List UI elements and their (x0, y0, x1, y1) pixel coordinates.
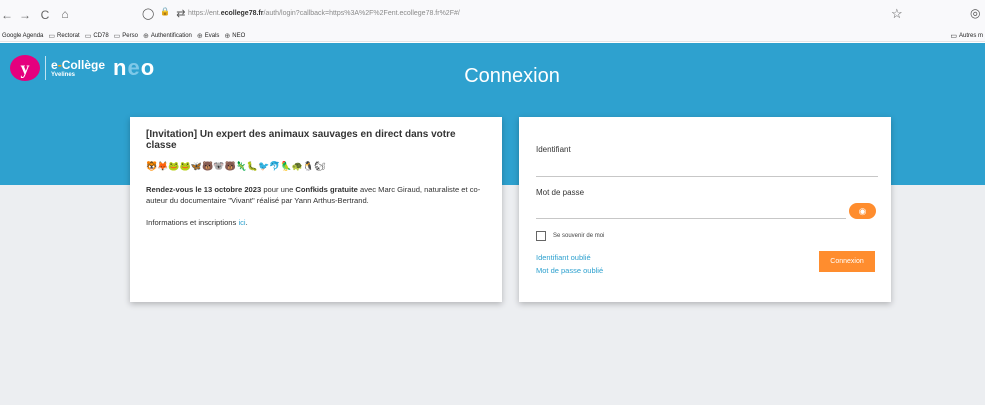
back-button[interactable]: ← (0, 8, 14, 22)
bookmark-label: Authentification (150, 32, 192, 39)
folder-icon: ▭ (48, 32, 55, 40)
globe-icon: ⊕ (196, 32, 203, 40)
invitation-title: [Invitation] Un expert des animaux sauva… (146, 129, 456, 151)
forgot-password-link[interactable]: Mot de passe oublié (536, 266, 603, 275)
bookmark-google-agenda[interactable]: Google Agenda (2, 33, 43, 39)
globe-icon: ⊕ (224, 32, 231, 40)
bookmark-cd78[interactable]: ▭ CD78 (85, 32, 109, 40)
pocket-icon[interactable]: ◎ (970, 6, 980, 20)
bookmarks-bar: Google Agenda ▭ Rectorat ▭ CD78 ▭ Perso … (0, 30, 985, 42)
permissions-icon[interactable]: ⇄ (176, 7, 185, 20)
bookmark-label: NEO (232, 32, 246, 39)
info-link[interactable]: ici (238, 218, 245, 227)
connexion-button[interactable]: Connexion (819, 251, 875, 272)
tracking-shield-icon[interactable]: ◯ (142, 7, 154, 20)
connexion-button-label: Connexion (830, 258, 864, 265)
identifiant-label: Identifiant (536, 145, 571, 154)
bookmark-label: Autres m (958, 33, 983, 39)
url-field[interactable]: https://ent.ecollege78.fr/auth/login?cal… (188, 10, 460, 17)
invitation-text: pour une (261, 185, 296, 194)
info-end: . (245, 218, 248, 227)
invitation-confkids: Confkids gratuite (295, 185, 358, 194)
animal-emojis: 🐯🦊🐸🐸🦋🐻🐨🐻🦎🐛🐦🐬🦜🐢🐧🐿 (146, 161, 326, 171)
invitation-date: Rendez-vous le 13 octobre 2023 (146, 185, 262, 194)
bookmark-evals[interactable]: ⊕ Evals (197, 32, 220, 40)
bookmark-label: CD78 (93, 32, 109, 39)
forgot-id-link[interactable]: Identifiant oublié (536, 253, 591, 262)
url-domain: ecollege78.fr (220, 10, 264, 17)
remember-me-label: Se souvenir de moi (553, 233, 605, 239)
bookmark-label: Rectorat (57, 32, 80, 39)
login-card: Identifiant Mot de passe ◉ Se souvenir d… (519, 117, 891, 302)
bookmark-rectorat[interactable]: ▭ Rectorat (48, 32, 79, 40)
bookmark-label: Evals (204, 32, 220, 39)
home-button[interactable]: ⌂ (58, 7, 72, 21)
bookmark-perso[interactable]: ▭ Perso (114, 32, 138, 40)
info-text: Informations et inscriptions (146, 218, 239, 227)
invitation-info: Informations et inscriptions ici. (146, 218, 486, 227)
bookmark-label: Google Agenda (2, 32, 44, 39)
bookmark-other[interactable]: ▭ Autres m (950, 32, 983, 40)
browser-toolbar: ← → C ⌂ ◯ 🔒 ⇄ https://ent.ecollege78.fr/… (0, 0, 985, 30)
invitation-card: [Invitation] Un expert des animaux sauva… (130, 117, 502, 302)
bookmark-label: Perso (122, 32, 138, 39)
url-path: /auth/login?callback=https%3A%2F%2Fent.e… (263, 10, 460, 17)
show-password-button[interactable]: ◉ (849, 203, 876, 219)
lock-icon[interactable]: 🔒 (160, 7, 170, 20)
password-label: Mot de passe (536, 188, 585, 197)
url-prefix: https://ent. (188, 10, 221, 17)
folder-icon: ▭ (84, 32, 92, 40)
remember-me-checkbox[interactable] (536, 231, 546, 241)
password-field[interactable] (536, 218, 846, 219)
globe-icon: ⊕ (142, 32, 149, 40)
folder-icon: ▭ (113, 32, 121, 40)
identifiant-field[interactable] (536, 176, 878, 177)
eye-icon: ◉ (858, 205, 867, 216)
page-title: Connexion (464, 65, 560, 87)
invitation-body: Rendez-vous le 13 octobre 2023 pour une … (146, 184, 486, 206)
bookmark-star-icon[interactable]: ☆ (891, 6, 903, 22)
forward-button[interactable]: → (18, 8, 32, 22)
reload-button[interactable]: C (38, 8, 52, 22)
bookmark-neo[interactable]: ⊕ NEO (224, 32, 245, 40)
folder-icon: ▭ (950, 33, 957, 40)
bookmark-authentification[interactable]: ⊕ Authentification (143, 32, 192, 40)
page-body: y e-Collège Yvelines neo Connexion [Invi… (0, 43, 985, 405)
